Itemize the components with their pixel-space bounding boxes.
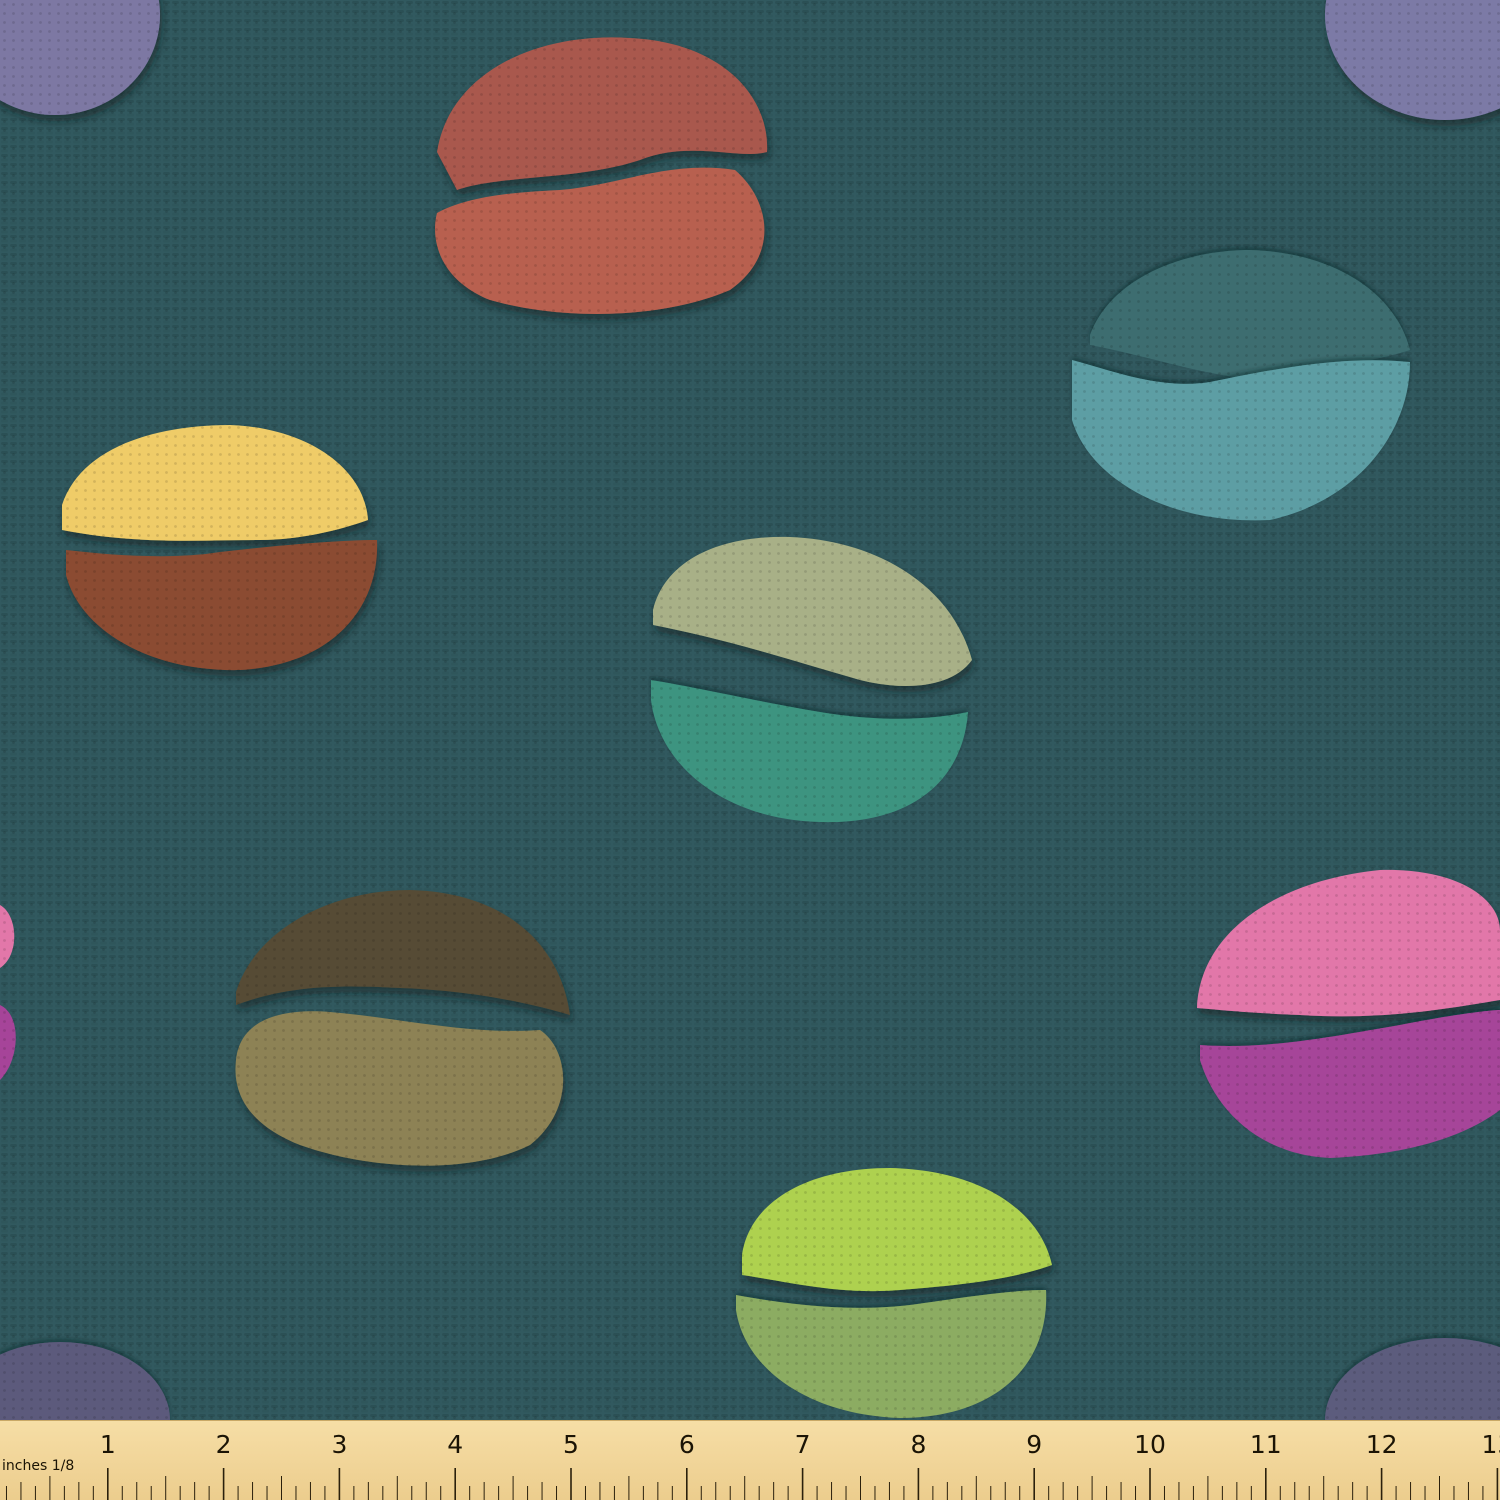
ruler-number: 9 — [1026, 1430, 1042, 1459]
ruler-number: 13 — [1481, 1430, 1500, 1459]
ruler-number: 10 — [1134, 1430, 1166, 1459]
ruler-number: 4 — [447, 1430, 463, 1459]
ruler-number: 12 — [1366, 1430, 1398, 1459]
ruler-number: 1 — [100, 1430, 116, 1459]
ruler-number: 2 — [216, 1430, 232, 1459]
ruler-number: 7 — [795, 1430, 811, 1459]
ruler-number: 6 — [679, 1430, 695, 1459]
ruler-unit-label: inches 1/8 — [2, 1458, 74, 1474]
ruler-number: 8 — [910, 1430, 926, 1459]
ruler-number: 5 — [563, 1430, 579, 1459]
ruler-number: 11 — [1250, 1430, 1282, 1459]
measuring-ruler: 12345678910111213 inches 1/8 — [0, 1420, 1500, 1500]
ruler-number: 3 — [331, 1430, 347, 1459]
fabric-swatch: 12345678910111213 inches 1/8 — [0, 0, 1500, 1500]
